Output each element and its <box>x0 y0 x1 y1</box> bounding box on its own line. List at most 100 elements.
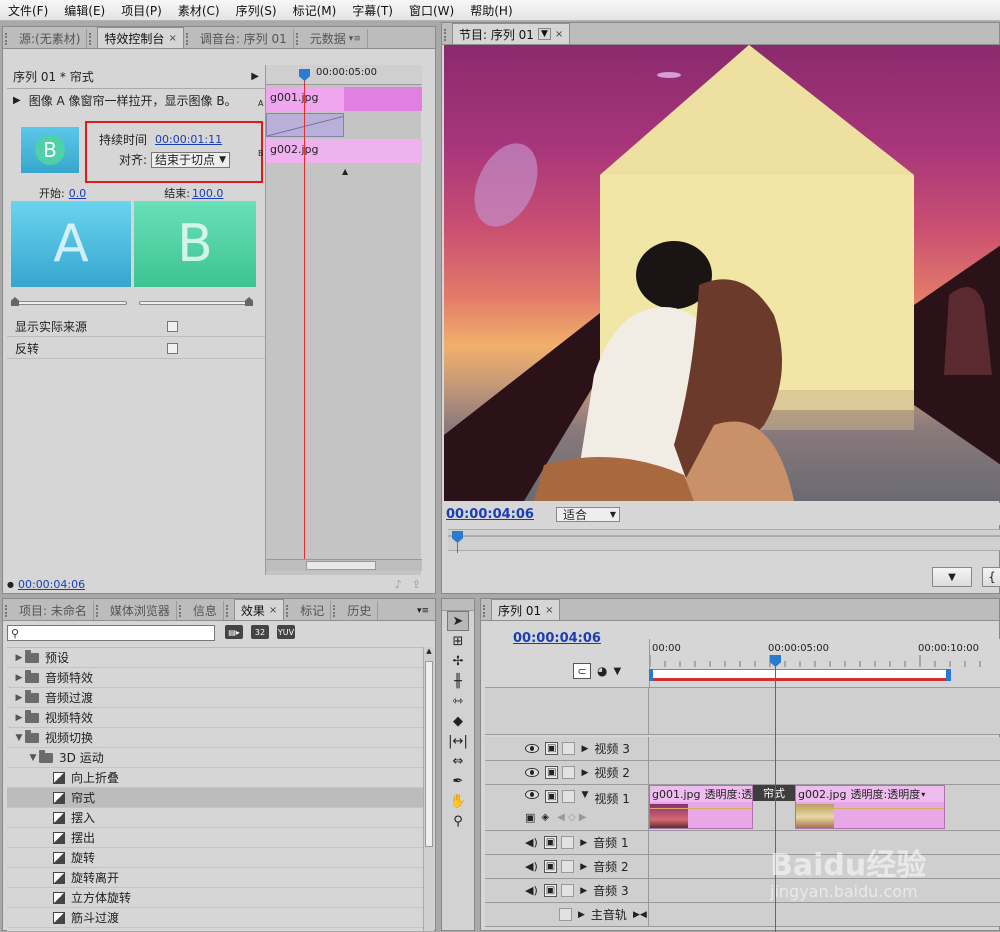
timeline-timecode[interactable]: 00:00:04:06 <box>513 631 601 646</box>
menu-sequence[interactable]: 序列(S) <box>228 2 285 19</box>
zoom-dropdown[interactable]: 适合 ▼ <box>555 506 620 522</box>
expand-right-icon[interactable]: ▶ <box>578 910 585 920</box>
sync-lock-icon[interactable]: ▣ <box>545 742 559 755</box>
expand-right-icon[interactable]: ▶ <box>13 673 25 683</box>
dropdown-icon[interactable]: ▼ <box>537 28 551 40</box>
tab-program[interactable]: 节目: 序列 01 ▼ × <box>452 23 571 44</box>
start-slider[interactable] <box>13 301 127 305</box>
timeline-scrollbar[interactable] <box>266 559 422 571</box>
mark-in-button[interactable]: { <box>982 567 1000 587</box>
razor-tool-icon[interactable]: ◆ <box>447 711 469 731</box>
menu-help[interactable]: 帮助(H) <box>462 2 520 19</box>
export-icon[interactable]: ⇪ <box>412 578 421 591</box>
tab-effects[interactable]: 效果 × <box>233 599 285 620</box>
tab-effect-controls[interactable]: 特效控制台 × <box>97 27 184 48</box>
tab-audio-mixer[interactable]: 调音台: 序列 01 <box>194 29 294 48</box>
effects-tree-item[interactable]: ▼ 3D 运动 <box>7 748 423 768</box>
set-marker-button[interactable]: ▼ <box>932 567 972 587</box>
effects-tree-item[interactable]: ▼ 视频切换 <box>7 728 423 748</box>
end-value[interactable]: 100.0 <box>192 187 224 200</box>
expand-right-icon[interactable]: ▶ <box>581 768 588 778</box>
menu-clip[interactable]: 素材(C) <box>170 2 228 19</box>
expand-right-icon[interactable]: ▶ <box>13 653 25 663</box>
clip-g001[interactable]: g001.jpg透明度:透明度▾ <box>649 785 753 829</box>
end-slider[interactable] <box>139 301 253 305</box>
menu-edit[interactable]: 编辑(E) <box>56 2 113 19</box>
play-icon[interactable]: ▶ <box>13 95 21 106</box>
panel-menu-icon[interactable]: ▾≡ <box>349 34 361 44</box>
end-slider-handle[interactable] <box>245 297 253 306</box>
speaker-icon[interactable]: ◀) <box>525 836 538 849</box>
tab-history[interactable]: 历史 <box>341 601 379 620</box>
effects-tree-item[interactable]: 帘式 <box>7 788 423 808</box>
eye-icon[interactable] <box>525 768 539 777</box>
track-lock-toggle[interactable] <box>561 884 575 897</box>
close-icon[interactable]: × <box>269 605 277 616</box>
expand-down-icon[interactable]: ▼ <box>27 753 39 763</box>
effects-tree-item[interactable]: 立方体旋转 <box>7 888 423 908</box>
sync-lock-icon[interactable]: ▣ <box>543 884 558 897</box>
tab-source[interactable]: 源:(无素材) <box>13 29 88 48</box>
display-style-icon[interactable]: ▣ <box>525 811 535 824</box>
start-value[interactable]: 0.0 <box>69 187 87 200</box>
yuv-badge[interactable]: YUV <box>277 625 295 639</box>
effects-tree-item[interactable]: ▶ 音频特效 <box>7 668 423 688</box>
selection-tool-icon[interactable]: ➤ <box>447 611 469 631</box>
program-scrubber[interactable] <box>448 529 1000 551</box>
keyframe-toggle-icon[interactable]: ◈ <box>541 812 549 823</box>
work-area-start-handle[interactable] <box>649 669 653 681</box>
menu-marker[interactable]: 标记(M) <box>285 2 345 19</box>
tab-media-browser[interactable]: 媒体浏览器 <box>104 601 177 620</box>
duration-value[interactable]: 00:00:01:11 <box>155 133 222 146</box>
effects-tree-item[interactable]: 旋转 <box>7 848 423 868</box>
close-icon[interactable]: × <box>168 33 176 44</box>
ripple-edit-tool-icon[interactable]: ✢ <box>447 651 469 671</box>
sync-lock-icon[interactable]: ▣ <box>545 766 559 779</box>
bit32-badge[interactable]: 32 <box>251 625 269 639</box>
transition-curtain[interactable]: 帘式 <box>753 785 795 801</box>
transition-block[interactable] <box>266 113 344 137</box>
effects-scrollbar[interactable]: ▲ <box>423 647 434 931</box>
eye-icon[interactable] <box>525 744 539 753</box>
effects-search-field[interactable]: ⚲ <box>7 625 215 641</box>
tab-markers[interactable]: 标记 <box>294 601 332 620</box>
effects-tree-item[interactable]: ▶ 预设 <box>7 648 423 668</box>
menu-title[interactable]: 字幕(T) <box>344 2 401 19</box>
tab-project[interactable]: 项目: 未命名 <box>13 601 94 620</box>
effects-tree-item[interactable]: 向上折叠 <box>7 768 423 788</box>
menu-file[interactable]: 文件(F) <box>0 2 56 19</box>
sync-lock-icon[interactable]: ▣ <box>545 790 559 803</box>
search-input[interactable] <box>22 627 203 639</box>
audio-icon[interactable]: ♪ <box>395 578 402 591</box>
effects-tree-item[interactable]: 筋斗过渡 <box>7 908 423 928</box>
rate-stretch-tool-icon[interactable]: ⇿ <box>447 691 469 711</box>
work-area-end-handle[interactable] <box>946 669 951 681</box>
effects-tree-item[interactable]: 旋转离开 <box>7 868 423 888</box>
work-area-bar[interactable] <box>650 669 948 681</box>
accelerated-effects-icon[interactable]: ▤▸ <box>225 625 243 639</box>
clip-g002[interactable]: g002.jpg 透明度:透明度 ▾ <box>795 785 945 829</box>
track-lock-toggle[interactable] <box>561 860 575 873</box>
track-lock-toggle[interactable] <box>561 836 575 849</box>
eye-icon[interactable] <box>525 790 539 799</box>
track-lock-toggle[interactable] <box>562 790 576 803</box>
tab-info[interactable]: 信息 <box>187 601 224 620</box>
expand-right-icon[interactable]: ▶ <box>13 693 25 703</box>
expand-right-icon[interactable]: ▶ <box>581 744 588 754</box>
show-actual-sources-checkbox[interactable] <box>167 321 178 332</box>
track-lock-toggle[interactable] <box>559 908 572 921</box>
speaker-icon[interactable]: ◀) <box>525 860 538 873</box>
expand-down-icon[interactable]: ▼ <box>581 790 588 800</box>
snap-icon[interactable]: ⊂ <box>573 663 591 679</box>
chevron-down-icon[interactable]: ▾ <box>921 790 925 799</box>
effects-tree-item[interactable]: 摆入 <box>7 808 423 828</box>
slide-tool-icon[interactable]: ⇔ <box>447 751 469 771</box>
speaker-icon[interactable]: ◀) <box>525 884 538 897</box>
expand-right-icon[interactable]: ▶ <box>580 838 587 848</box>
keyframe-nav[interactable]: ◀ ◇ ▶ <box>557 812 586 823</box>
reverse-checkbox[interactable] <box>167 343 178 354</box>
slip-tool-icon[interactable]: |↔| <box>447 731 469 751</box>
menu-window[interactable]: 窗口(W) <box>401 2 462 19</box>
close-icon[interactable]: × <box>555 29 563 40</box>
effect-timecode[interactable]: 00:00:04:06 <box>18 578 85 591</box>
